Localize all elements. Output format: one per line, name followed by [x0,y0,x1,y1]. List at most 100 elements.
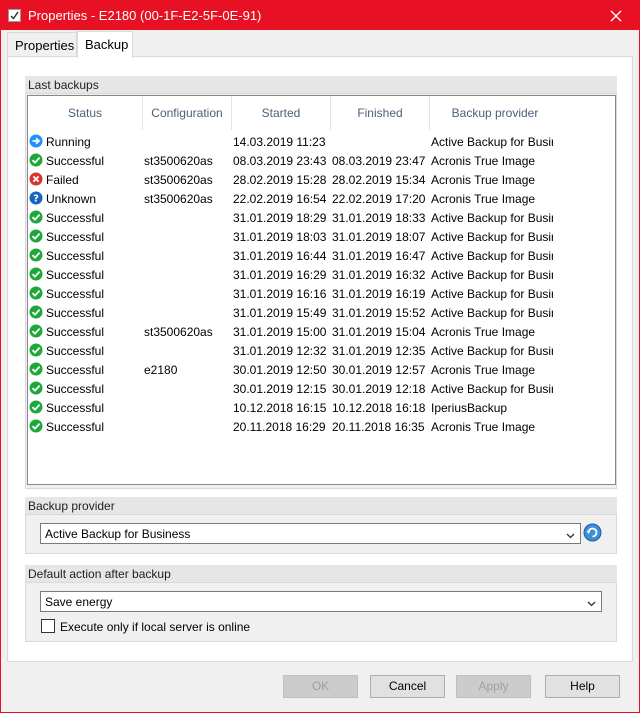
backup-provider-header: Backup provider [25,497,617,514]
last-backups-header: Last backups [25,76,617,93]
success-icon [29,324,43,338]
table-row[interactable]: Successful 31.01.2019 12:32 31.01.2019 12:… [28,341,615,360]
table-row[interactable]: Running 14.03.2019 11:23 Active Backup for… [28,132,615,151]
row-status: Successful [46,363,105,377]
row-status: Successful [46,382,105,396]
row-configuration: st3500620as [144,192,213,206]
row-provider: Acronis True Image [431,325,536,339]
row-started: 30.01.2019 12:15 [233,382,327,396]
tab-properties[interactable]: Properties [7,32,77,57]
unknown-icon: ? [29,191,43,205]
row-started: 20.11.2018 16:29 [233,420,326,434]
default-action-select[interactable]: Save energy [40,591,602,612]
table-row[interactable]: Failed st3500620as 28.02.2019 15:28 28.02.2… [28,170,615,189]
success-icon [29,400,43,414]
row-started: 31.01.2019 16:16 [233,287,327,301]
table-row[interactable]: Successful 31.01.2019 16:16 31.01.2019 16:… [28,284,615,303]
success-icon [29,286,43,300]
row-provider: Active Backup for Busine [431,268,553,282]
success-icon [29,419,43,433]
row-status: Successful [46,154,105,168]
table-row[interactable]: Successful e2180 30.01.2019 12:50 30.01.201… [28,360,615,379]
row-status: Successful [46,325,105,339]
default-action-value: Save energy [45,595,113,609]
row-finished: 31.01.2019 18:33 [332,211,426,225]
row-status: Successful [46,211,105,225]
col-status[interactable]: Status [28,96,143,130]
row-finished: 31.01.2019 16:19 [332,287,426,301]
row-status: Running [46,135,91,149]
table-row[interactable]: Successful 31.01.2019 15:49 31.01.2019 15:… [28,303,615,322]
row-started: 31.01.2019 15:00 [233,325,327,339]
execute-only-online-label: Execute only if local server is online [60,620,251,634]
list-header: Status Configuration Started Finished Ba… [28,96,615,130]
close-button[interactable] [593,1,639,30]
row-started: 30.01.2019 12:50 [233,363,327,377]
row-provider: Acronis True Image [431,420,536,434]
execute-only-online-checkbox[interactable] [41,619,55,633]
close-icon [610,10,622,21]
window-title: Properties - E2180 (00-1F-E2-5F-0E-91) [28,8,262,23]
success-icon [29,229,43,243]
table-row[interactable]: Successful 31.01.2019 16:29 31.01.2019 16:… [28,265,615,284]
row-provider: Active Backup for Busine [431,306,553,320]
title-bar[interactable]: Properties - E2180 (00-1F-E2-5F-0E-91) [1,1,639,30]
failed-icon [29,172,43,186]
tab-backup[interactable]: Backup [77,31,133,58]
row-finished: 20.11.2018 16:35 [332,420,425,434]
row-started: 28.02.2019 15:28 [233,173,327,187]
row-configuration: st3500620as [144,325,213,339]
success-icon [29,362,43,376]
table-row[interactable]: Successful 31.01.2019 18:03 31.01.2019 18:… [28,227,615,246]
col-configuration[interactable]: Configuration [143,96,232,130]
row-finished: 08.03.2019 23:47 [332,154,426,168]
ok-button[interactable]: OK [283,675,358,698]
row-started: 22.02.2019 16:54 [233,192,327,206]
row-started: 08.03.2019 23:43 [233,154,327,168]
row-finished: 31.01.2019 16:47 [332,249,426,263]
chevron-down-icon [566,529,575,543]
apply-button[interactable]: Apply [456,675,531,698]
row-started: 31.01.2019 16:29 [233,268,327,282]
success-icon [29,267,43,281]
table-row[interactable]: Successful 20.11.2018 16:29 20.11.2018 16:… [28,417,615,436]
table-row[interactable]: Successful 30.01.2019 12:15 30.01.2019 12:… [28,379,615,398]
col-backup-provider[interactable]: Backup provider [430,96,560,130]
table-row[interactable]: ? Unknown st3500620as 22.02.2019 16:54 22.02… [28,189,615,208]
row-configuration: e2180 [144,363,178,377]
row-configuration: st3500620as [144,154,213,168]
refresh-provider-button[interactable] [583,523,602,542]
success-icon [29,381,43,395]
col-started[interactable]: Started [232,96,331,130]
table-row[interactable]: Successful 10.12.2018 16:15 10.12.2018 16:… [28,398,615,417]
row-status: Successful [46,249,105,263]
help-button[interactable]: Help [545,675,620,698]
row-provider: Active Backup for Busine [431,287,553,301]
backup-provider-select[interactable]: Active Backup for Business [40,523,581,544]
default-action-header: Default action after backup [25,565,617,582]
table-row[interactable]: Successful 31.01.2019 16:44 31.01.2019 16:… [28,246,615,265]
row-status: Successful [46,287,105,301]
cancel-button[interactable]: Cancel [370,675,445,698]
app-check-icon [8,9,21,22]
row-provider: Active Backup for Busine [431,211,553,225]
success-icon [29,153,43,167]
chevron-down-icon [587,597,596,611]
table-row[interactable]: Successful 31.01.2019 18:29 31.01.2019 18:… [28,208,615,227]
table-row[interactable]: Successful st3500620as 31.01.2019 15:00 31.… [28,322,615,341]
row-provider: Active Backup for Busine [431,230,553,244]
row-finished: 31.01.2019 18:07 [332,230,426,244]
backups-list[interactable]: Status Configuration Started Finished Ba… [27,95,616,485]
row-provider: Active Backup for Busine [431,249,553,263]
row-status: Successful [46,268,105,282]
table-row[interactable]: Successful st3500620as 08.03.2019 23:43 08.… [28,151,615,170]
row-status: Successful [46,230,105,244]
properties-dialog: Properties - E2180 (00-1F-E2-5F-0E-91) P… [0,0,640,713]
row-provider: IperiusBackup [431,401,508,415]
row-started: 31.01.2019 16:44 [233,249,327,263]
col-finished[interactable]: Finished [331,96,430,130]
row-finished: 22.02.2019 17:20 [332,192,426,206]
row-status: Successful [46,306,105,320]
row-started: 31.01.2019 15:49 [233,306,327,320]
backup-provider-value: Active Backup for Business [45,527,191,541]
